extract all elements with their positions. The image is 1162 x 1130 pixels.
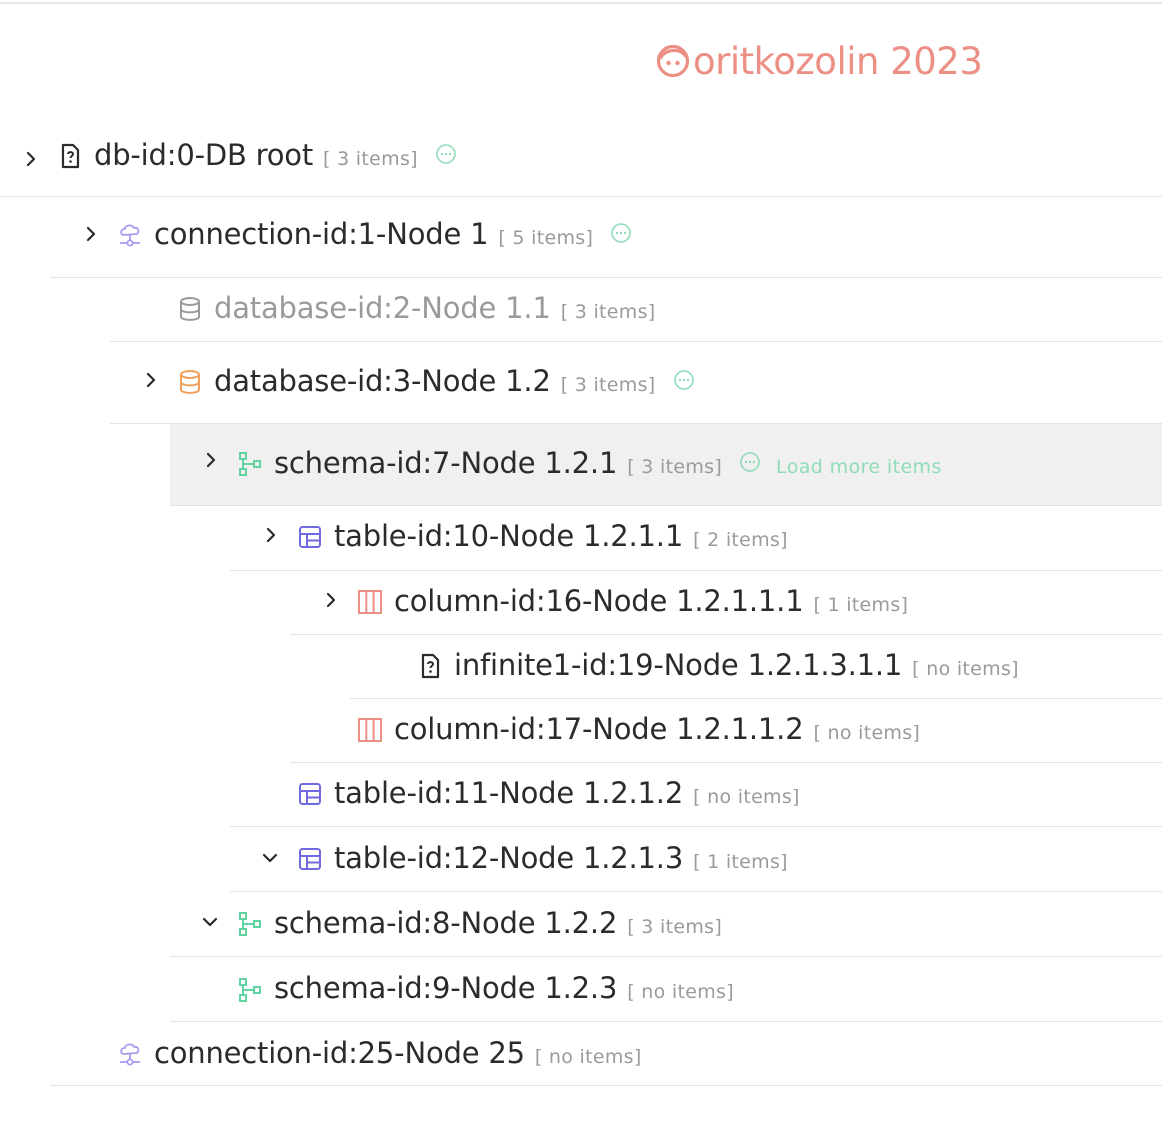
tree-node-column-16[interactable]: column-id:16-Node 1.2.1.1.1 [ 1 items] [290,571,1162,635]
tree-node-schema-9[interactable]: schema-id:9-Node 1.2.3 [ no items] [170,957,1162,1022]
schema-icon [236,910,264,938]
item-count: [ 3 items] [560,374,656,396]
item-count: [ no items] [912,658,1019,680]
item-count: [ 3 items] [627,916,723,938]
tree-node-table-11[interactable]: table-id:11-Node 1.2.1.2 [ no items] [230,763,1162,827]
tree-view: db-id:0-DB root [ 3 items] connection-id:… [0,0,1162,1130]
tree-node-infinite1-19[interactable]: infinite1-id:19-Node 1.2.1.3.1.1 [ no ite… [350,635,1162,699]
item-count: [ 3 items] [560,301,656,323]
tree-node-connection-1[interactable]: connection-id:1-Node 1 [ 5 items] [50,197,1162,278]
item-count: [ no items] [627,981,734,1003]
schema-icon [236,450,264,478]
tree-node-table-10[interactable]: table-id:10-Node 1.2.1.1 [ 2 items] [230,506,1162,571]
node-label: column-id:16-Node 1.2.1.1.1 [394,584,804,618]
node-label: connection-id:25-Node 25 [154,1036,525,1070]
more-options-icon[interactable] [740,452,760,472]
item-count: [ no items] [693,786,800,808]
table-icon [296,523,324,551]
column-icon [356,588,384,616]
chevron-right-icon[interactable] [200,449,222,471]
item-count: [ 3 items] [627,456,723,478]
node-label: table-id:12-Node 1.2.1.3 [334,841,684,875]
tree-node-table-12[interactable]: table-id:12-Node 1.2.1.3 [ 1 items] [230,827,1162,892]
chevron-down-icon[interactable] [199,911,221,933]
tree-node-database-2[interactable]: database-id:2-Node 1.1 [ 3 items] [110,278,1162,342]
tree-node-connection-25[interactable]: connection-id:25-Node 25 [ no items] [50,1022,1162,1086]
tree-node-schema-8[interactable]: schema-id:8-Node 1.2.2 [ 3 items] [170,892,1162,957]
node-label: schema-id:8-Node 1.2.2 [274,906,618,940]
node-label: infinite1-id:19-Node 1.2.1.3.1.1 [454,648,903,682]
item-count: [ no items] [534,1046,642,1068]
more-options-icon[interactable] [611,223,631,243]
database-icon [176,368,204,396]
schema-icon [236,976,264,1004]
tree-node-database-3[interactable]: database-id:3-Node 1.2 [ 3 items] [110,342,1162,424]
table-icon [296,780,324,808]
file-question-icon [416,652,444,680]
more-options-icon[interactable] [436,144,456,164]
table-icon [296,845,324,873]
tree-node-column-17[interactable]: column-id:17-Node 1.2.1.1.2 [ no items] [290,699,1162,763]
node-label: db-id:0-DB root [94,138,314,172]
node-label: connection-id:1-Node 1 [154,217,489,251]
connection-icon [116,1040,144,1068]
node-label: table-id:10-Node 1.2.1.1 [334,519,684,553]
more-options-icon[interactable] [673,370,694,390]
node-label: database-id:2-Node 1.1 [214,291,551,325]
connection-icon [116,221,144,249]
chevron-right-icon[interactable] [320,589,342,611]
item-count: [ 1 items] [813,594,909,616]
database-icon [176,295,204,323]
chevron-right-icon[interactable] [260,524,282,546]
node-label: schema-id:7-Node 1.2.1 [274,446,618,480]
load-more-link[interactable]: Load more items [776,456,942,478]
tree-node-db-root[interactable]: db-id:0-DB root [ 3 items] [0,120,1162,197]
chevron-down-icon[interactable] [259,847,281,869]
item-count: [ 1 items] [693,851,788,873]
column-icon [356,716,384,744]
chevron-right-icon[interactable] [140,369,162,391]
tree-node-schema-7[interactable]: schema-id:7-Node 1.2.1 [ 3 items] Load mor… [170,424,1162,506]
node-label: schema-id:9-Node 1.2.3 [274,971,618,1005]
chevron-right-icon[interactable] [80,223,102,245]
item-count: [ 5 items] [498,227,594,249]
node-label: column-id:17-Node 1.2.1.1.2 [394,712,804,746]
node-label: table-id:11-Node 1.2.1.2 [334,776,684,810]
item-count: [ no items] [813,722,921,744]
item-count: [ 2 items] [693,529,788,551]
item-count: [ 3 items] [323,148,418,170]
file-question-icon [56,142,84,170]
node-label: database-id:3-Node 1.2 [214,364,551,398]
chevron-right-icon[interactable] [20,148,42,170]
